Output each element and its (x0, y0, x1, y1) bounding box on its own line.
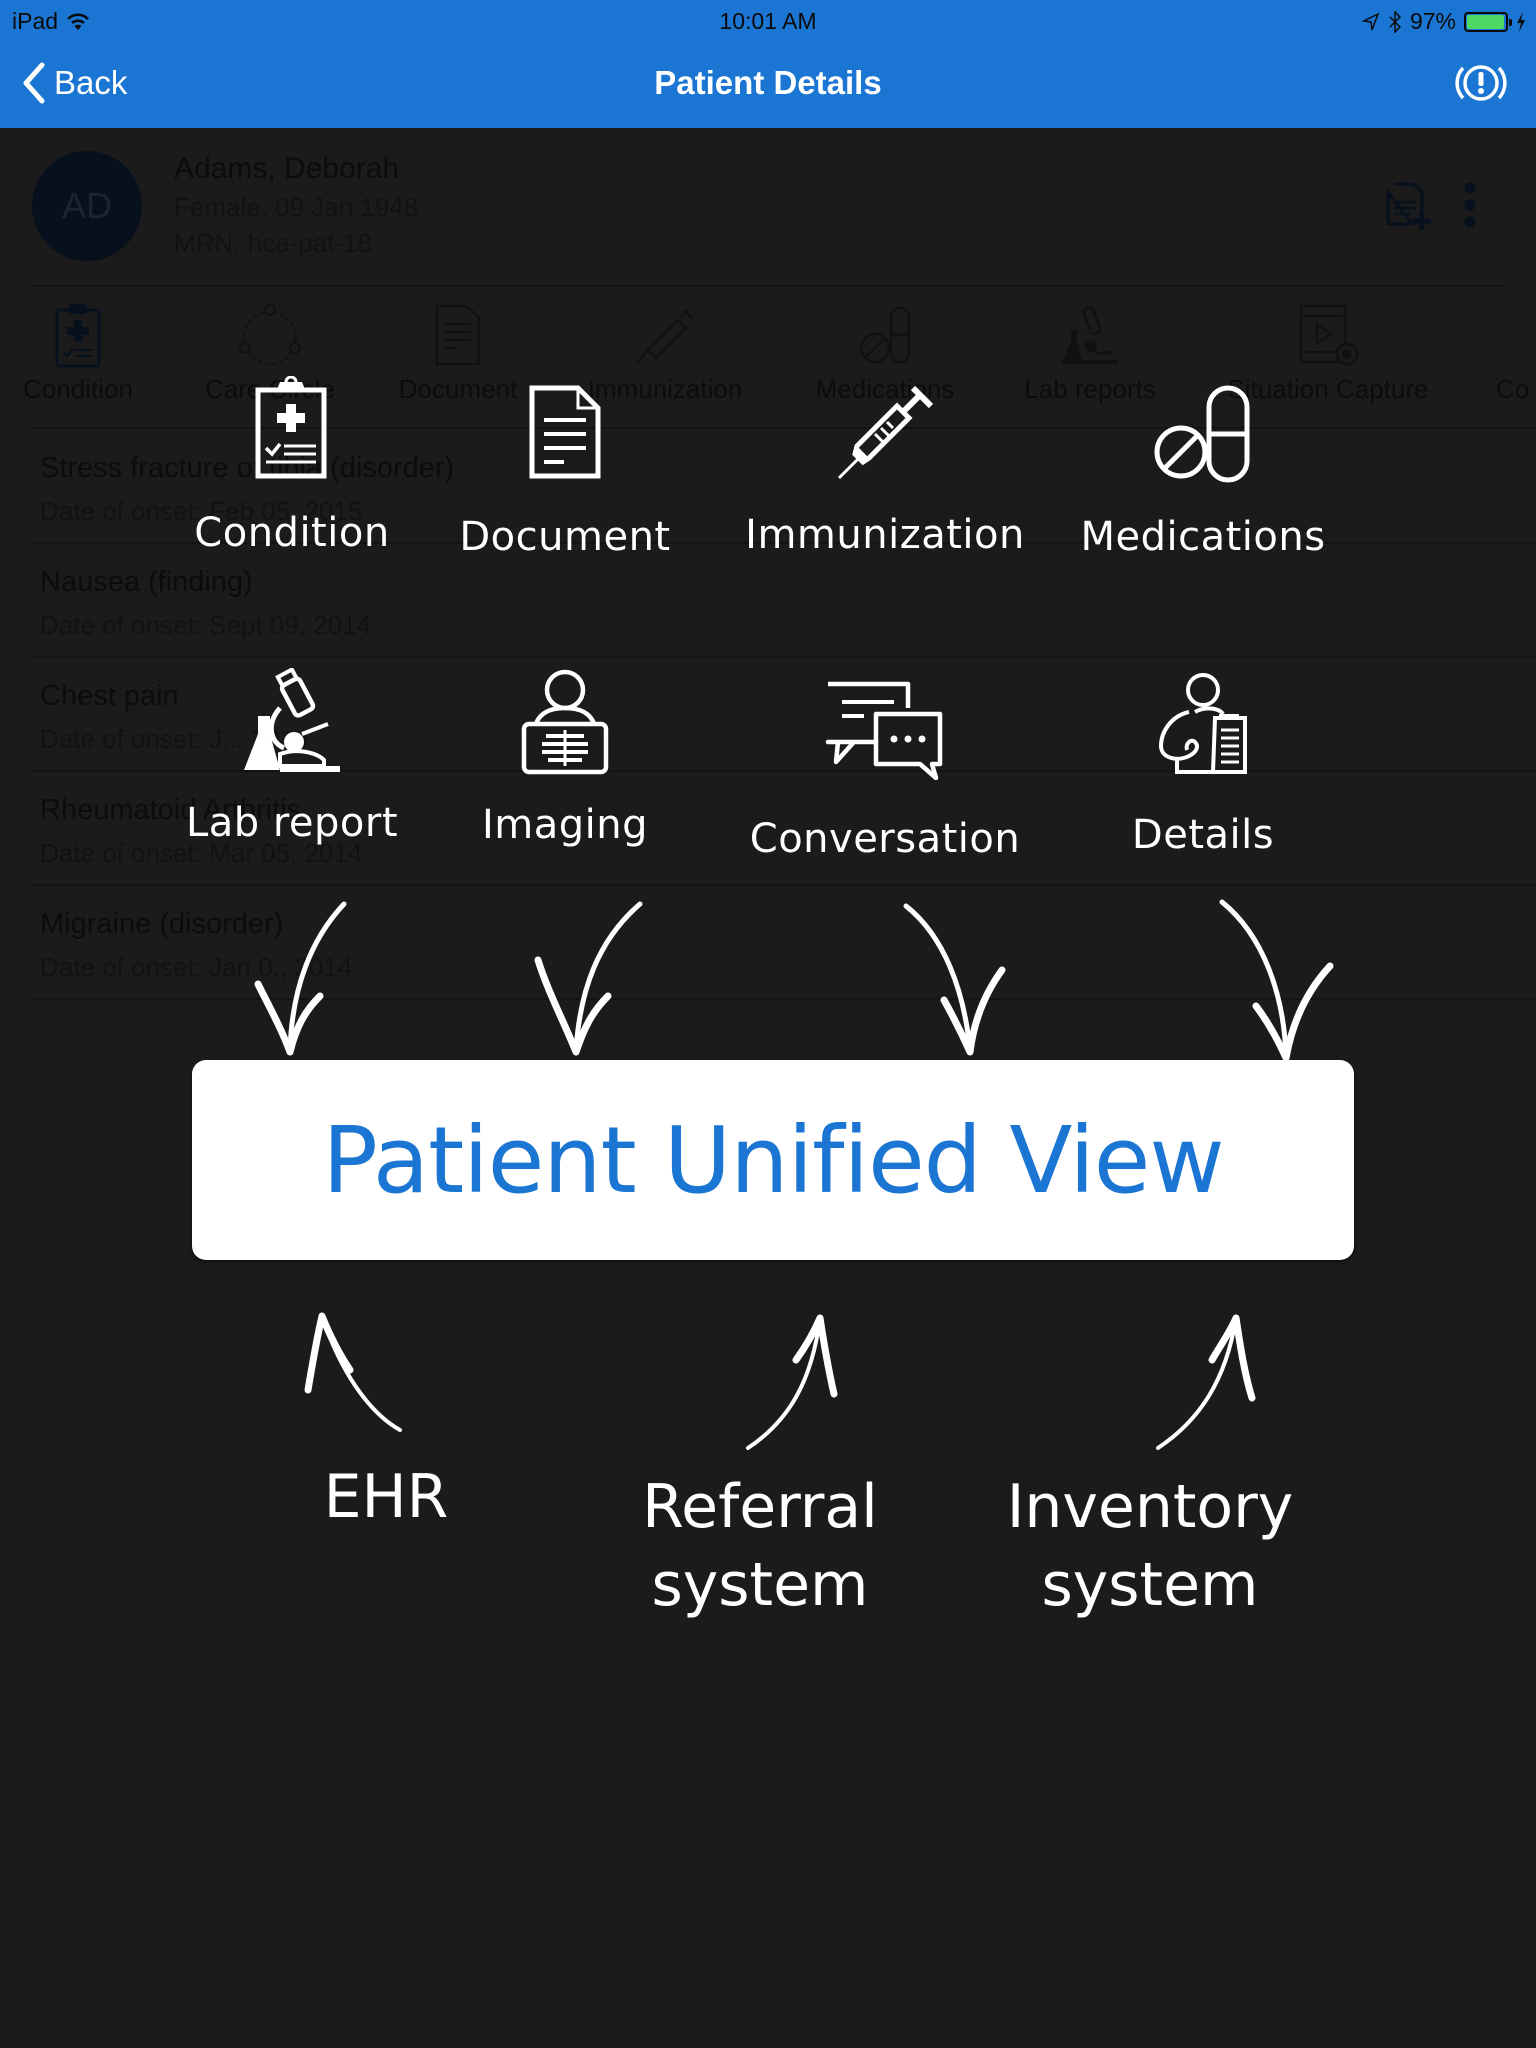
syringe-icon (635, 309, 693, 365)
tab-more[interactable]: Co (1496, 288, 1536, 428)
feature-document: Document (445, 384, 685, 560)
feature-lab-report: Lab report (172, 668, 412, 846)
feature-label: Lab report (185, 800, 399, 846)
pills-icon (859, 306, 911, 364)
condition-title: Migraine (disorder) (40, 908, 284, 940)
tab-condition[interactable]: Condition (18, 288, 138, 428)
feature-condition: Condition (172, 376, 412, 556)
video-capture-icon (1299, 304, 1359, 366)
chat-bubbles-icon (825, 681, 943, 780)
page-title: Patient Details (654, 64, 882, 101)
feature-details: Details (1063, 672, 1343, 858)
patient-unified-view-card: Patient Unified View (192, 1060, 1354, 1260)
condition-title: Chest pain (40, 680, 179, 712)
feature-label: Medications (1080, 514, 1326, 560)
bluetooth-icon (1389, 10, 1402, 33)
patient-details-icon (1158, 673, 1247, 774)
list-item[interactable]: Migraine (disorder) Date of onset: Jan 0… (0, 886, 1536, 1000)
tab-label: Co (1496, 374, 1530, 404)
location-icon (1361, 11, 1380, 30)
feature-label: Conversation (749, 816, 1021, 862)
feature-label: Document (459, 514, 671, 560)
condition-title: Nausea (finding) (40, 566, 253, 598)
care-circle-icon (239, 304, 301, 365)
add-document-button[interactable] (1384, 180, 1432, 237)
pills-icon (1154, 385, 1250, 483)
document-icon (529, 385, 601, 479)
syringe-icon (837, 385, 934, 480)
charging-icon (1517, 11, 1525, 32)
feature-conversation: Conversation (725, 680, 1045, 862)
feature-label: Imaging (481, 802, 649, 848)
status-time: 10:01 AM (719, 8, 817, 34)
condition-date: Date of onset: Sept 09, 2014 (40, 610, 372, 640)
microscope-icon (244, 668, 340, 772)
patient-mrn: MRN: hca-pat-18 (174, 228, 372, 258)
feature-label: Details (1131, 812, 1275, 858)
more-vertical-icon (1464, 182, 1476, 228)
tab-label: Condition (23, 374, 133, 404)
patient-gender-dob: Female, 09 Jan 1948 (174, 192, 419, 222)
document-icon (435, 304, 481, 366)
feature-medications: Medications (1063, 384, 1343, 560)
patient-header: AD Adams, Deborah Female, 09 Jan 1948 MR… (0, 128, 1536, 287)
list-item[interactable]: Nausea (finding) Date of onset: Sept 09,… (0, 544, 1536, 658)
alert-button[interactable] (1454, 60, 1508, 106)
battery-icon (1464, 11, 1512, 32)
avatar: AD (32, 151, 142, 261)
condition-date: Date of onset: Jan 0., 2014 (40, 952, 353, 982)
patient-name: Adams, Deborah (174, 152, 400, 185)
feature-imaging: Imaging (445, 668, 685, 848)
add-document-icon (1386, 182, 1431, 230)
feature-label: Immunization (745, 512, 1025, 558)
navigation-bar: Back Patient Details (0, 40, 1536, 128)
status-bar: iPad 10:01 AM 97% (0, 0, 1536, 40)
clipboard-medical-icon (255, 376, 327, 479)
clipboard-medical-icon (55, 304, 101, 368)
microscope-icon (1061, 306, 1117, 364)
alert-circle-icon (1455, 65, 1507, 101)
feature-label: Condition (194, 510, 390, 556)
feature-immunization: Immunization (725, 382, 1045, 558)
battery-percent: 97% (1409, 8, 1456, 34)
unified-view-title: Patient Unified View (322, 1106, 1224, 1214)
xray-icon (521, 669, 609, 775)
divider (32, 285, 1504, 287)
more-options-button[interactable] (1458, 180, 1482, 235)
